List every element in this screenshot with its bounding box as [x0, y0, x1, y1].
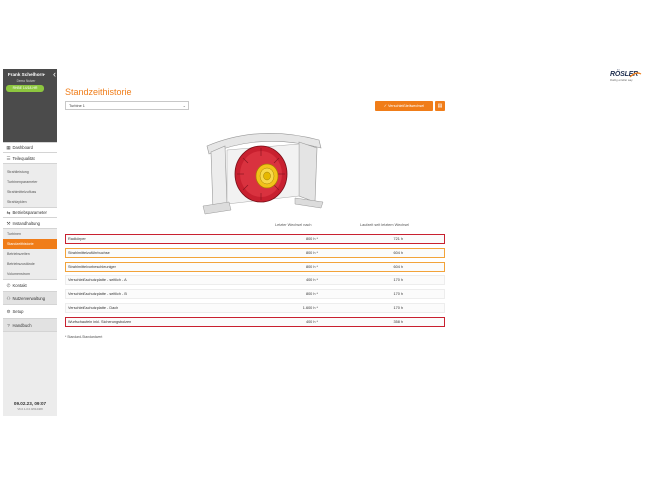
- last-change-value: 1.600 h *: [302, 305, 318, 310]
- sidebar-subitem-volumenstrom[interactable]: Volumenstrom: [3, 269, 57, 279]
- sidebar-item-setup[interactable]: ⚙ Setup: [3, 305, 57, 319]
- logo-swoosh-icon: [629, 72, 642, 78]
- sidebar-item-label: Betriebsparameter: [12, 210, 47, 215]
- table-row[interactable]: Verschleißschutzplatte - seitlich - B 80…: [65, 289, 445, 299]
- sidebar-item-betriebsparameter[interactable]: ⇆ Betriebsparameter: [3, 207, 57, 218]
- software-version: V6.0.1-0.0.0/012468: [17, 406, 43, 411]
- sidebar-item-dashboard[interactable]: ▦ Dashboard: [3, 142, 57, 153]
- part-name: Radkörper: [68, 237, 86, 241]
- sidebar-subitem-betriebszustaende[interactable]: Betriebszustände: [3, 259, 57, 269]
- since-change-value: 170 h: [393, 278, 403, 283]
- table-row[interactable]: Verschleißschutzplatte - Dach 1.600 h * …: [65, 302, 445, 313]
- wear-part-change-button[interactable]: ✓ Verschleißteilwechsel: [375, 101, 433, 111]
- check-icon: ✓: [383, 104, 387, 108]
- since-change-value: 604 h: [393, 250, 403, 255]
- sidebar-item-label: Kontakt: [12, 283, 27, 288]
- sidebar-subitem-betriebszeiten[interactable]: Betriebszeiten: [3, 249, 57, 259]
- sidebar: Frank Schelhorn ⌄ Demo Nutzer ‹ RHBE 14/…: [3, 69, 57, 416]
- part-name: Verschleißschutzplatte - Dach: [68, 305, 119, 310]
- since-change-value: 604 h: [393, 264, 403, 269]
- part-name: Strahlmittelvorbeschleuniger: [68, 264, 116, 269]
- last-change-value: 800 h *: [305, 292, 318, 296]
- maintenance-icon: ⚒: [6, 220, 11, 226]
- table-row[interactable]: Strahlmittelvorbeschleuniger 800 h * 604…: [65, 261, 445, 272]
- last-change-value: 800 h *: [305, 250, 318, 255]
- since-change-value: 358 h: [393, 319, 403, 324]
- sidebar-item-teilequalitaet[interactable]: ☰ Teilequalität: [3, 153, 57, 164]
- sidebar-subitem-strahlmittelzufluss[interactable]: Strahlmittelzufluss: [3, 187, 57, 197]
- dashboard-icon: ▦: [6, 145, 11, 150]
- wear-parts-table: Radkörper 800 h * 721 h Strahlmittelzufü…: [65, 234, 445, 330]
- calendar-button[interactable]: ▤: [435, 101, 445, 111]
- sidebar-footer: 09.02.23, 09:07 V6.0.1-0.0.0/012468: [3, 401, 57, 411]
- last-change-value: 400 h *: [305, 278, 318, 283]
- machine-mode-badge[interactable]: RHBE 14/18-HR: [6, 85, 44, 92]
- main-content: RÖSLER finding a better way Standzeithis…: [57, 69, 645, 416]
- calendar-icon: ▤: [437, 103, 443, 109]
- wear-part-change-label: Verschleißteilwechsel: [387, 104, 425, 108]
- table-row[interactable]: Strahlmittelzuführbuchse 800 h * 604 h: [65, 247, 445, 258]
- since-change-value: 721 h: [393, 237, 403, 241]
- gear-icon: ⚙: [6, 308, 11, 314]
- sidebar-item-label: Handbuch: [12, 322, 32, 328]
- since-change-value: 170 h: [393, 292, 403, 296]
- sidebar-subitem-turbinen[interactable]: Turbinen: [3, 229, 57, 239]
- users-icon: ⚇: [6, 295, 11, 301]
- table-row[interactable]: Wurfschaufeln inkl. Sicherungsbolzen 400…: [65, 316, 445, 327]
- sidebar-item-handbuch[interactable]: ? Handbuch: [3, 319, 57, 332]
- user-panel: Frank Schelhorn ⌄ Demo Nutzer ‹ RHBE 14/…: [3, 69, 57, 142]
- logo-tagline: finding a better way: [610, 79, 633, 82]
- sidebar-item-label: Setup: [12, 308, 24, 314]
- sidebar-item-label: Nutzerverwaltung: [12, 295, 46, 301]
- sidebar-subitem-standzeithistorie[interactable]: Standzeithistorie: [3, 239, 57, 249]
- current-datetime: 09.02.23, 09:07: [13, 401, 47, 406]
- sidebar-item-label: Instandhaltung: [12, 220, 40, 226]
- roesler-logo: RÖSLER finding a better way: [607, 71, 643, 85]
- chevron-down-icon[interactable]: ⌄: [42, 71, 46, 77]
- sidebar-item-nutzerverwaltung[interactable]: ⚇ Nutzerverwaltung: [3, 292, 57, 305]
- sidebar-subitem-turbinenparameter[interactable]: Turbinenparameter: [3, 177, 57, 187]
- column-header-last-change: Letzter Wechsel nach: [275, 223, 312, 227]
- sidebar-item-instandhaltung[interactable]: ⚒ Instandhaltung: [3, 218, 57, 229]
- sidebar-item-label: Teilequalität: [12, 155, 35, 161]
- chevron-down-icon: ⌄: [182, 103, 186, 108]
- column-header-since-change: Laufzeit seit letztem Wechsel: [360, 223, 410, 227]
- help-icon: ?: [7, 322, 10, 328]
- sidebar-subitem-strahlleistung[interactable]: Strahlleistung: [3, 167, 57, 177]
- last-change-value: 800 h *: [305, 264, 318, 269]
- part-name: Verschleißschutzplatte - seitlich - B: [68, 292, 127, 296]
- quality-icon: ☰: [6, 155, 11, 161]
- table-row[interactable]: Verschleißschutzplatte - seitlich - A 40…: [65, 275, 445, 286]
- turbine-select-value: Turbine 1: [69, 104, 85, 108]
- turbine-illustration: [202, 133, 324, 215]
- contact-icon: ✆: [6, 283, 11, 288]
- part-name: Wurfschaufeln inkl. Sicherungsbolzen: [68, 319, 132, 324]
- footnote: * Standard-Standardwert: [65, 335, 103, 339]
- part-name: Strahlmittelzuführbuchse: [68, 250, 110, 255]
- table-row[interactable]: Radkörper 800 h * 721 h: [65, 234, 445, 244]
- sidebar-item-label: Dashboard: [12, 145, 34, 150]
- sidebar-nav: ▦ Dashboard ☰ Teilequalität Strahlleistu…: [3, 142, 57, 332]
- page-title: Standzeithistorie: [65, 87, 132, 97]
- user-role: Demo Nutzer: [16, 78, 36, 83]
- sidebar-subitem-strahlzyklen[interactable]: Strahlzyklen: [3, 197, 57, 207]
- app-window: Frank Schelhorn ⌄ Demo Nutzer ‹ RHBE 14/…: [3, 69, 645, 416]
- parameters-icon: ⇆: [6, 210, 11, 215]
- last-change-value: 800 h *: [305, 237, 318, 241]
- last-change-value: 400 h *: [305, 319, 318, 324]
- part-name: Verschleißschutzplatte - seitlich - A: [68, 278, 127, 283]
- since-change-value: 170 h: [393, 305, 403, 310]
- turbine-select[interactable]: Turbine 1 ⌄: [65, 101, 189, 110]
- sidebar-item-kontakt[interactable]: ✆ Kontakt: [3, 279, 57, 292]
